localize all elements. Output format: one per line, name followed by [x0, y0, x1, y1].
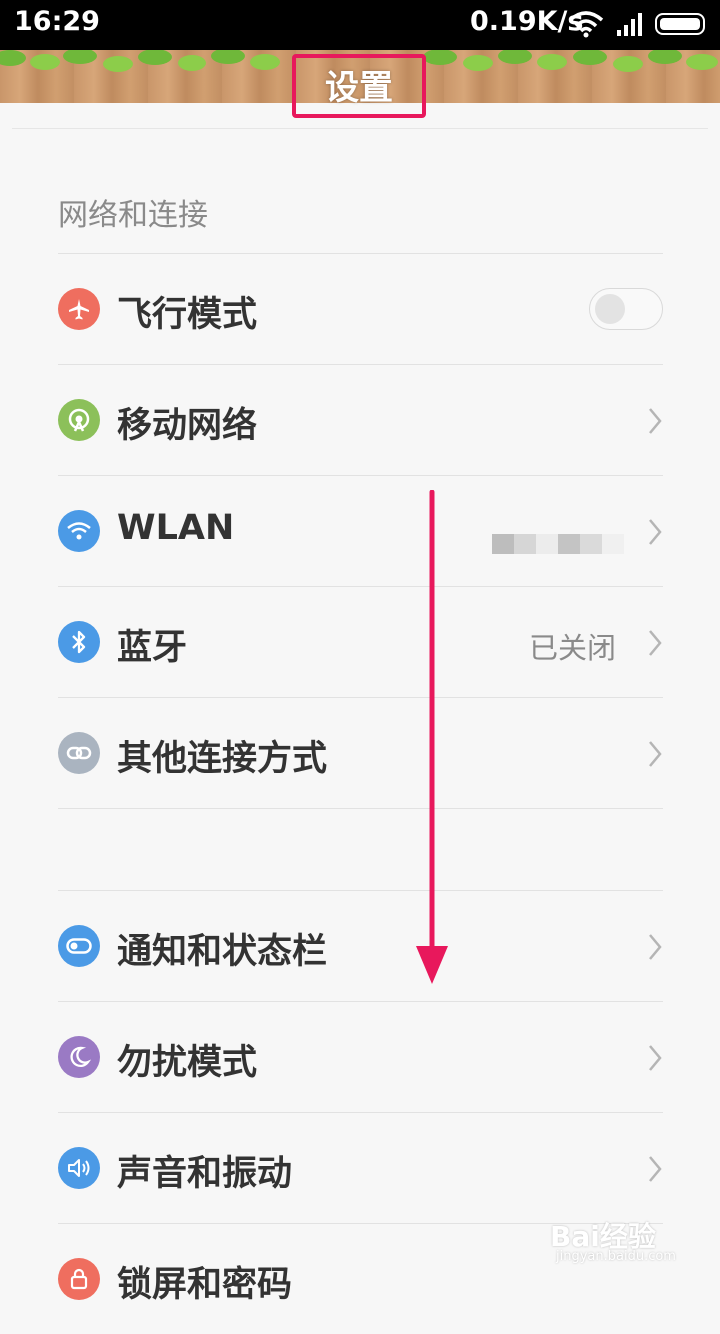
- settings-item-label: 锁屏和密码: [117, 1265, 293, 1305]
- settings-item-label: 移动网络: [117, 406, 258, 446]
- settings-item-label: 蓝牙: [117, 628, 188, 668]
- header-divider: [12, 128, 708, 129]
- settings-item-label: 其他连接方式: [117, 739, 328, 779]
- link-icon: [58, 732, 100, 774]
- settings-item-airplane-mode[interactable]: 飞行模式: [0, 254, 720, 364]
- divider: [58, 808, 663, 809]
- section-title-network: 网络和连接: [58, 198, 208, 233]
- settings-item-label: 通知和状态栏: [117, 932, 328, 972]
- chevron-right-icon: [649, 408, 662, 434]
- bluetooth-status-value: 已关闭: [528, 631, 616, 665]
- network-speed: 0.19K/s: [470, 6, 584, 37]
- settings-item-label: 飞行模式: [117, 295, 258, 335]
- bluetooth-icon: [58, 621, 100, 663]
- settings-item-do-not-disturb[interactable]: 勿扰模式: [0, 1002, 720, 1112]
- signal-icon: [617, 13, 642, 36]
- settings-item-label: 声音和振动: [117, 1154, 293, 1194]
- settings-item-other-connections[interactable]: 其他连接方式: [0, 698, 720, 808]
- lock-icon: [58, 1258, 100, 1300]
- settings-item-wlan[interactable]: WLAN: [0, 476, 720, 586]
- watermark-url: jingyan.baidu.com: [556, 1249, 676, 1264]
- notification-toggle-icon: [58, 925, 100, 967]
- battery-icon: [655, 13, 705, 35]
- settings-item-mobile-network[interactable]: 移动网络: [0, 365, 720, 475]
- status-bar: 16:29 0.19K/s: [0, 0, 720, 50]
- chevron-right-icon: [649, 630, 662, 656]
- chevron-right-icon: [649, 1156, 662, 1182]
- status-time: 16:29: [14, 6, 100, 37]
- moon-icon: [58, 1036, 100, 1078]
- scroll-down-arrow-icon: [416, 490, 448, 984]
- settings-item-notifications[interactable]: 通知和状态栏: [0, 891, 720, 1001]
- settings-item-bluetooth[interactable]: 蓝牙 已关闭: [0, 587, 720, 697]
- page-title: 设置: [325, 68, 393, 108]
- settings-item-label: WLAN: [117, 508, 235, 548]
- speaker-icon: [58, 1147, 100, 1189]
- settings-item-sound[interactable]: 声音和振动: [0, 1113, 720, 1223]
- mobile-network-icon: [58, 399, 100, 441]
- chevron-right-icon: [649, 1045, 662, 1071]
- chevron-right-icon: [649, 741, 662, 767]
- chevron-right-icon: [649, 934, 662, 960]
- wifi-icon: [58, 510, 100, 552]
- wifi-status-icon: [568, 11, 604, 38]
- airplane-icon: [58, 288, 100, 330]
- chevron-right-icon: [649, 519, 662, 545]
- wlan-name-obscured: [492, 534, 624, 554]
- airplane-mode-toggle[interactable]: [589, 288, 663, 330]
- settings-item-label: 勿扰模式: [117, 1043, 258, 1083]
